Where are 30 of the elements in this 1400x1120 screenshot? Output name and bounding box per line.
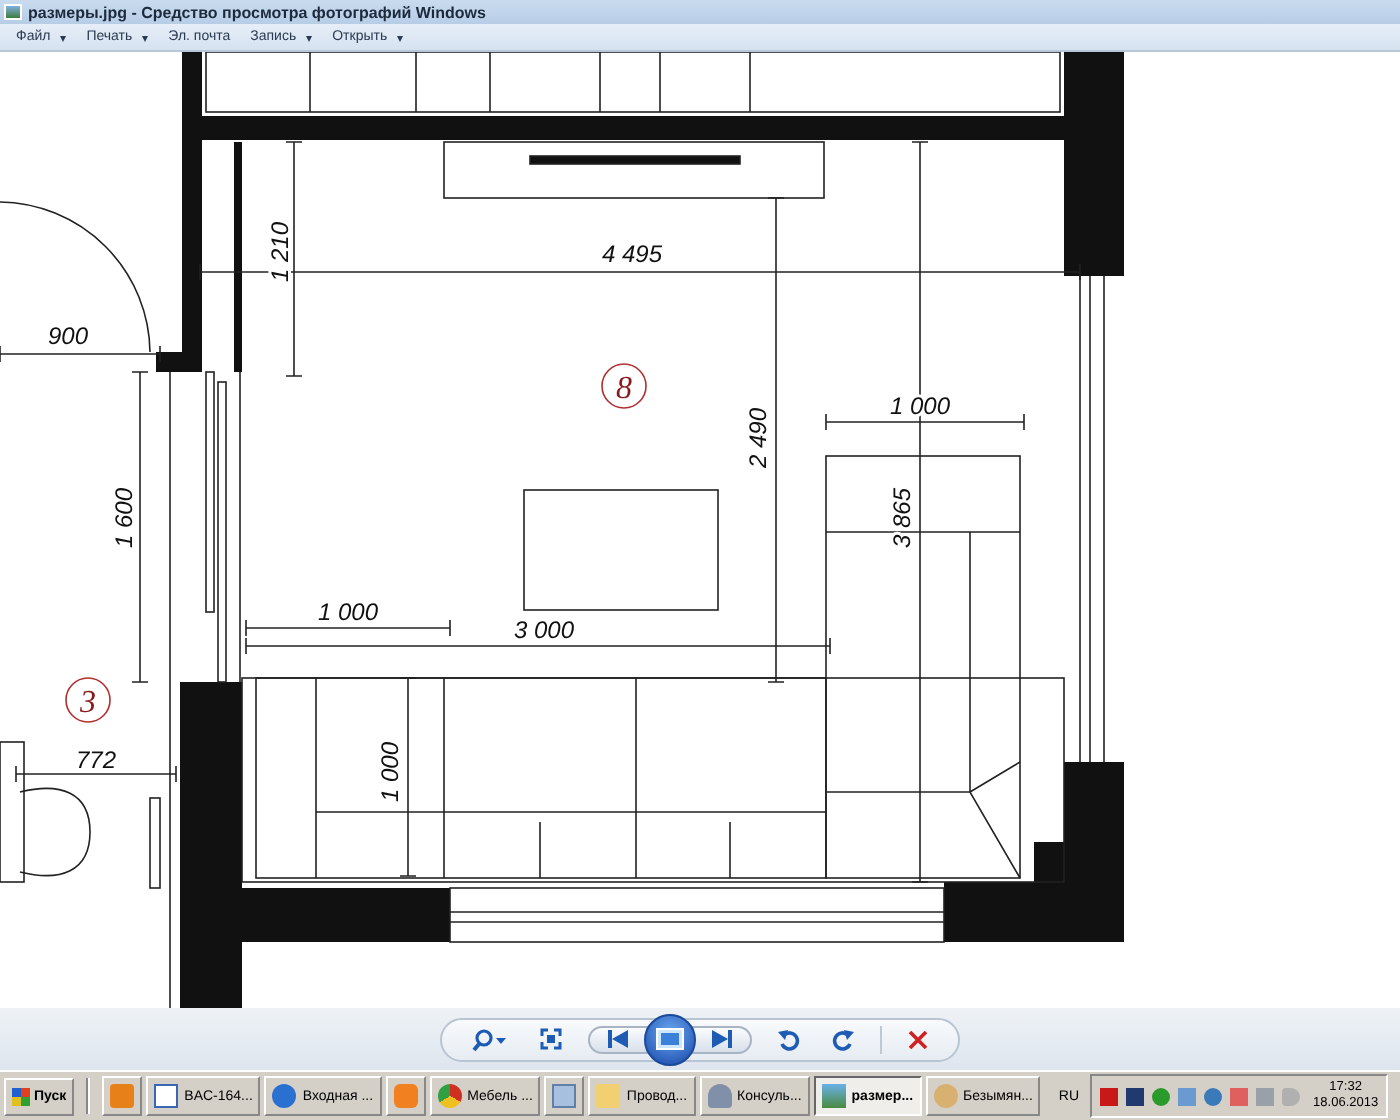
previous-button[interactable] — [588, 1025, 648, 1053]
taskbar-button[interactable] — [102, 1076, 143, 1116]
slideshow-button[interactable] — [644, 1013, 696, 1065]
window-title: размеры.jpg - Средство просмотра фотографий Windows — [28, 3, 486, 21]
fit-frame-icon — [540, 1028, 562, 1050]
image-icon — [821, 1084, 846, 1108]
taskbar-button[interactable] — [544, 1076, 585, 1116]
dimension-label: 1 210 — [266, 221, 294, 283]
close-icon — [908, 1029, 928, 1049]
dimension-label: 4 495 — [601, 240, 663, 268]
next-button[interactable] — [692, 1025, 752, 1053]
dimension-label: 900 — [47, 322, 89, 350]
slideshow-icon — [656, 1028, 684, 1050]
room-number-tag: 3 — [65, 677, 111, 723]
dimension-label: 3 000 — [513, 616, 575, 644]
photo-viewer-icon — [4, 4, 22, 20]
magnifier-icon — [472, 1027, 508, 1051]
dimension-label: 1 600 — [110, 487, 138, 549]
dimension-label: 772 — [75, 746, 117, 774]
dimension-label: 3 865 — [888, 487, 916, 549]
skip-back-icon — [608, 1030, 628, 1048]
rotate-left-icon — [778, 1027, 800, 1051]
taskbar-button[interactable] — [385, 1076, 426, 1116]
dimension-label: 2 490 — [744, 407, 772, 469]
room-number-tag: 8 — [601, 363, 647, 409]
dimension-label: 1 000 — [376, 741, 404, 803]
skip-forward-icon — [712, 1030, 732, 1048]
dimension-label: 1 000 — [317, 598, 379, 626]
rotate-right-icon — [832, 1027, 854, 1051]
windows-logo-icon — [12, 1087, 30, 1105]
